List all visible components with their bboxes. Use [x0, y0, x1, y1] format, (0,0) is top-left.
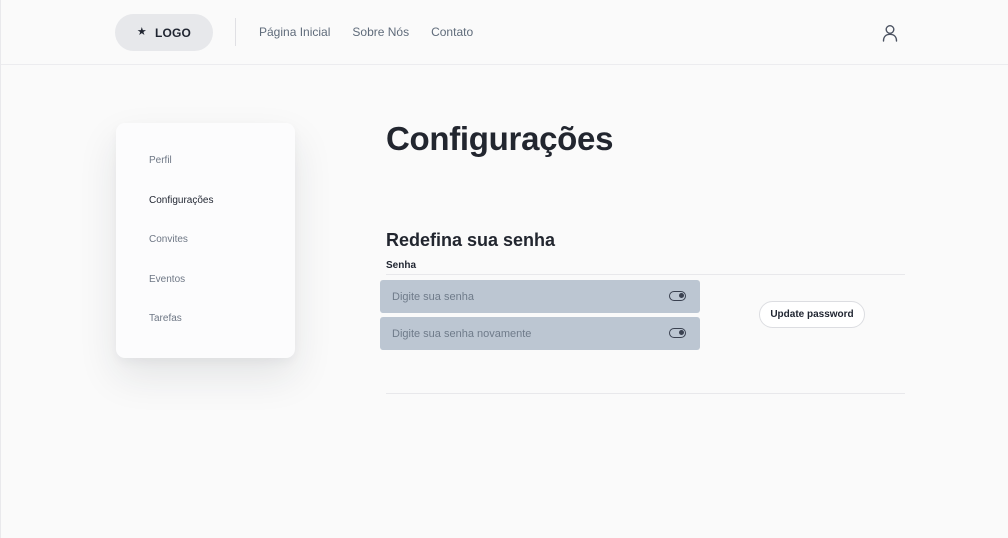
divider: [386, 274, 905, 275]
settings-sidebar: Perfil Configurações Convites Eventos Ta…: [116, 123, 295, 358]
toggle-visibility-icon[interactable]: [669, 291, 686, 301]
divider: [386, 393, 905, 394]
password-confirm-field: [380, 317, 700, 350]
sidebar-item-events[interactable]: Eventos: [149, 274, 213, 314]
password-field: [380, 280, 700, 313]
update-password-button[interactable]: Update password: [759, 301, 865, 328]
star-icon: ★: [136, 26, 147, 38]
sidebar-item-tasks[interactable]: Tarefas: [149, 313, 213, 353]
page: ★ LOGO Página Inicial Sobre Nós Contato …: [0, 0, 1008, 538]
sidebar-menu: Perfil Configurações Convites Eventos Ta…: [149, 155, 213, 353]
password-label: Senha: [386, 260, 417, 271]
page-title: Configurações: [386, 120, 614, 157]
password-input[interactable]: [392, 290, 652, 303]
nav-link-about[interactable]: Sobre Nós: [352, 25, 409, 39]
sidebar-item-invites[interactable]: Convites: [149, 234, 213, 274]
logo-button[interactable]: ★ LOGO: [115, 14, 213, 51]
top-header: ★ LOGO Página Inicial Sobre Nós Contato: [1, 0, 1008, 65]
main-nav: Página Inicial Sobre Nós Contato: [259, 25, 473, 39]
logo-label: LOGO: [154, 25, 192, 40]
toggle-visibility-icon[interactable]: [669, 328, 686, 338]
sidebar-item-settings[interactable]: Configurações: [149, 195, 213, 235]
nav-link-home[interactable]: Página Inicial: [259, 25, 330, 39]
user-icon[interactable]: [879, 22, 901, 44]
nav-divider: [235, 18, 236, 46]
section-title: Redefina sua senha: [386, 230, 556, 250]
nav-link-contact[interactable]: Contato: [431, 25, 473, 39]
password-confirm-input[interactable]: [392, 327, 652, 340]
sidebar-item-profile[interactable]: Perfil: [149, 155, 213, 195]
